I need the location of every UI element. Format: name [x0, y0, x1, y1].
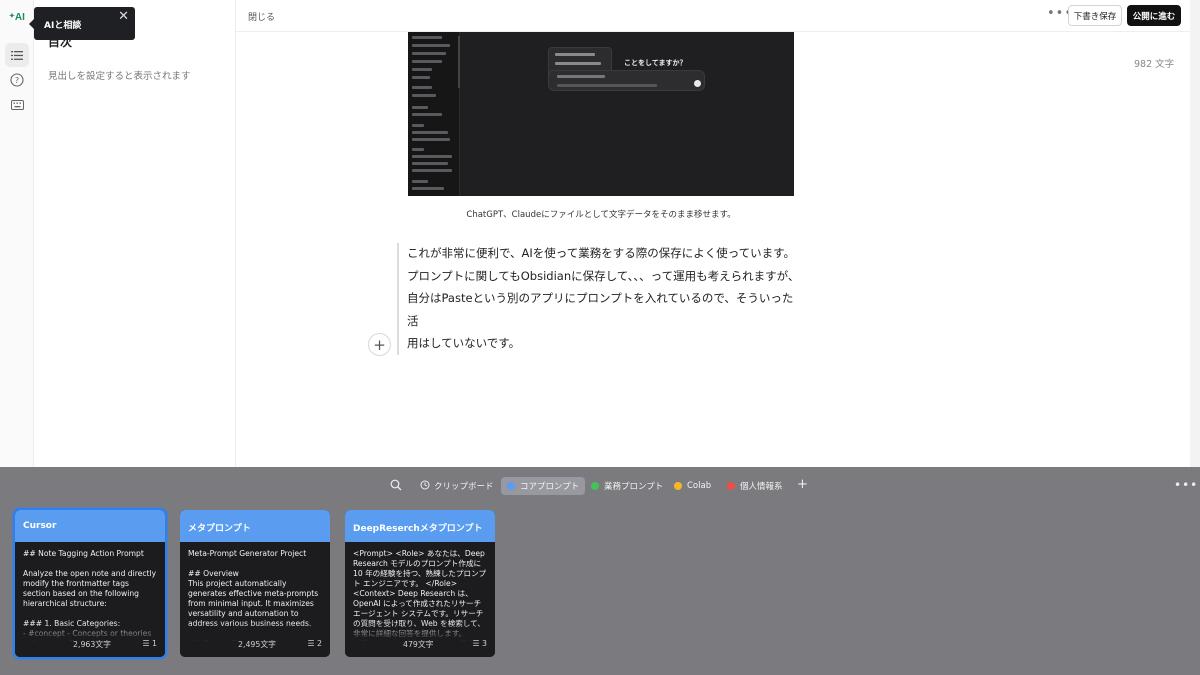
tooltip-label: AIと相談 [44, 21, 82, 31]
close-editor-link[interactable]: 閉じる [248, 10, 275, 23]
keyboard-icon [10, 100, 24, 110]
more-options-icon[interactable]: ••• [1174, 478, 1198, 492]
editor-window: ✦AI ? 目次 見出しを設定すると表示されます AIと相談 ✕ 閉じる •••… [0, 0, 1200, 467]
card-title: メタプロンプト [180, 510, 330, 542]
clip-card[interactable]: Cursor ## Note Tagging Action Prompt Ana… [15, 510, 165, 657]
embedded-send-icon [694, 80, 701, 87]
lines-icon: ☰ [142, 639, 153, 648]
quote-line: プロンプトに関してもObsidianに保存して、、、って運用も考えられますが、 [407, 268, 800, 283]
pinboard-personal-info[interactable]: 個人情報系 [721, 477, 789, 495]
card-char-count: 479文字 [403, 640, 434, 649]
publish-button[interactable]: 公開に進む [1127, 5, 1181, 26]
card-index: ☰ 3 [473, 639, 487, 648]
keyboard-shortcuts-button[interactable] [5, 93, 29, 117]
blue-dot-icon [507, 482, 515, 490]
ai-consult-button[interactable]: ✦AI [9, 12, 25, 23]
embedded-sidebar [408, 32, 460, 196]
add-block-button[interactable]: + [368, 333, 391, 356]
pinboard-label: 個人情報系 [740, 482, 783, 492]
pinboard-label: コアプロンプト [520, 482, 580, 492]
help-icon: ? [10, 73, 24, 87]
pinboard-label: クリップボード [434, 482, 494, 492]
green-dot-icon [591, 482, 599, 490]
quote-line: 自分はPasteという別のアプリにプロンプトを入れているので、そういった活 [407, 291, 794, 328]
shelf-toolbar: クリップボード コアプロンプト 業務プロンプト Colab 個人情報系 + ••… [0, 476, 1200, 496]
save-draft-button[interactable]: 下書き保存 [1068, 5, 1122, 26]
blockquote-bar [397, 243, 399, 355]
history-icon [420, 480, 430, 493]
card-footer: 479文字 ☰ 3 [345, 639, 495, 651]
card-index-value: 2 [317, 639, 322, 648]
card-index-value: 3 [482, 639, 487, 648]
lines-icon: ☰ [307, 639, 318, 648]
toc-empty-message: 見出しを設定すると表示されます [48, 71, 191, 82]
help-button[interactable]: ? [5, 68, 29, 92]
pinboard-core-prompt[interactable]: コアプロンプト [501, 477, 586, 495]
ai-consult-tooltip: AIと相談 ✕ [29, 7, 135, 40]
left-rail: ✦AI ? [0, 0, 34, 467]
pinboard-colab[interactable]: Colab [668, 477, 717, 495]
card-footer: 2,963文字 ☰ 1 [15, 639, 165, 651]
blockquote[interactable]: これが非常に便利で、AIを使って業務をする際の保存によく使っています。 プロンプ… [407, 242, 800, 355]
toc-toggle-button[interactable] [5, 43, 29, 67]
pinboard-business-prompt[interactable]: 業務プロンプト [585, 477, 669, 495]
pinboard-label: 業務プロンプト [604, 482, 664, 492]
quote-line: これが非常に便利で、AIを使って業務をする際の保存によく使っています。 [407, 246, 795, 260]
ai-logo-label: AI [14, 12, 25, 23]
card-char-count: 2,495文字 [238, 640, 276, 649]
search-icon[interactable] [390, 479, 402, 494]
card-index-value: 1 [152, 639, 157, 648]
yellow-dot-icon [674, 482, 682, 490]
image-caption[interactable]: ChatGPT、Claudeにファイルとして文字データをそのまま移せます。 [408, 208, 794, 220]
red-dot-icon [727, 482, 735, 490]
card-title: DeepReserchメタプロンプト [345, 510, 495, 542]
editor-scrollbar[interactable] [1190, 0, 1200, 467]
lines-icon: ☰ [472, 639, 483, 648]
card-char-count: 2,963文字 [73, 640, 111, 649]
svg-text:?: ? [15, 76, 19, 85]
embedded-chat-input [548, 70, 705, 91]
toc-list-icon [11, 50, 23, 60]
embedded-screenshot-image[interactable]: ことをしてますか？ [408, 32, 794, 196]
embedded-prompt-question: ことをしてますか？ [624, 59, 687, 67]
clip-card[interactable]: メタプロンプト Meta-Prompt Generator Project ##… [180, 510, 330, 657]
toc-panel: 目次 見出しを設定すると表示されます [34, 0, 236, 467]
pinboard-clipboard[interactable]: クリップボード [414, 477, 500, 495]
card-index: ☰ 2 [308, 639, 322, 648]
quote-line: 用はしていないです。 [407, 336, 521, 350]
clip-card[interactable]: DeepReserchメタプロンプト <Prompt> <Role> あなたは、… [345, 510, 495, 657]
close-icon[interactable]: ✕ [118, 10, 129, 23]
card-title: Cursor [15, 510, 165, 542]
card-footer: 2,495文字 ☰ 2 [180, 639, 330, 651]
card-index: ☰ 1 [143, 639, 157, 648]
pinboard-label: Colab [687, 481, 712, 491]
paste-shelf: クリップボード コアプロンプト 業務プロンプト Colab 個人情報系 + ••… [0, 467, 1200, 675]
add-pinboard-icon[interactable]: + [797, 477, 808, 492]
word-count: 982 文字 [1134, 59, 1175, 70]
